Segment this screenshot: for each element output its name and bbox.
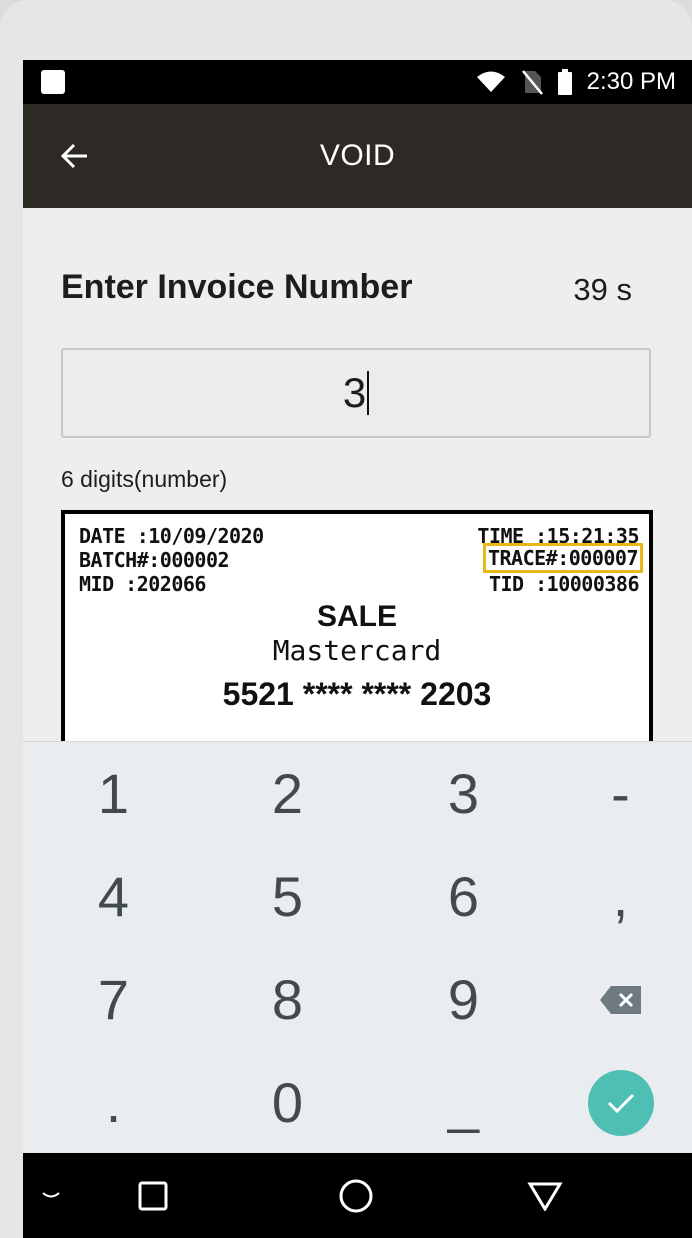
- receipt-card-brand: Mastercard: [272, 634, 442, 667]
- notification-square-icon: [41, 70, 65, 94]
- receipt-tid: TID :10000386: [488, 572, 640, 596]
- text-cursor: [367, 371, 370, 415]
- receipt-card-number: 5521 **** **** 2203: [222, 676, 492, 712]
- key-1[interactable]: 1: [30, 742, 197, 845]
- invoice-number-input[interactable]: 3: [61, 348, 651, 438]
- enter-circle: [587, 1069, 654, 1136]
- hide-keyboard-button[interactable]: [31, 1153, 71, 1238]
- receipt-trace: TRACE#:000007: [482, 543, 643, 573]
- receipt-date: DATE :10/09/2020: [79, 524, 264, 548]
- device-frame: 2:30 PM VOID Enter Invoice Number 39 s 3…: [0, 0, 692, 1238]
- key-5[interactable]: 5: [204, 845, 371, 948]
- backspace-icon: [599, 985, 641, 1014]
- input-hint: 6 digits(number): [61, 466, 228, 492]
- key-7[interactable]: 7: [30, 948, 197, 1051]
- key-backspace[interactable]: [537, 948, 692, 1051]
- key-6[interactable]: 6: [380, 845, 547, 948]
- status-icons: 2:30 PM: [475, 60, 676, 104]
- home-button[interactable]: [326, 1153, 386, 1238]
- wifi-icon: [476, 71, 505, 92]
- receipt-type: SALE: [316, 600, 397, 633]
- receipt-image: DATE :10/09/2020 TIME :15:21:35 BATCH#:0…: [61, 510, 653, 778]
- key-3[interactable]: 3: [380, 742, 547, 845]
- battery-icon: [557, 69, 572, 95]
- back-button[interactable]: [515, 1153, 575, 1238]
- arrow-left-icon[interactable]: [59, 140, 91, 172]
- key-comma[interactable]: ,: [537, 845, 692, 948]
- home-circle-icon: [339, 1179, 373, 1212]
- form-heading: Enter Invoice Number: [61, 268, 413, 306]
- check-icon: [607, 1093, 634, 1113]
- recents-square-icon: [138, 1181, 168, 1210]
- chevron-down-icon: [42, 1191, 60, 1197]
- back-triangle-icon: [527, 1182, 563, 1211]
- numeric-keyboard: 1 2 3 - 4 5 6 , 7 8 9 . 0 _: [23, 741, 692, 1154]
- receipt-mid: MID :202066: [79, 572, 206, 596]
- clock: 2:30 PM: [586, 68, 676, 95]
- system-nav-bar: [23, 1153, 692, 1238]
- app-toolbar: VOID: [23, 104, 692, 208]
- key-underscore[interactable]: _: [380, 1051, 547, 1154]
- countdown-timer: 39 s: [573, 272, 632, 307]
- key-8[interactable]: 8: [204, 948, 371, 1051]
- enter-button[interactable]: [537, 1051, 692, 1154]
- page-title: VOID: [319, 139, 396, 172]
- screen: 2:30 PM VOID Enter Invoice Number 39 s 3…: [23, 60, 692, 1238]
- recents-button[interactable]: [123, 1153, 183, 1238]
- key-period[interactable]: .: [30, 1051, 197, 1154]
- key-2[interactable]: 2: [204, 742, 371, 845]
- key-minus[interactable]: -: [537, 742, 692, 845]
- key-0[interactable]: 0: [204, 1051, 371, 1154]
- no-sim-icon: [521, 70, 543, 95]
- receipt-trace-highlight: TRACE#:000007: [482, 543, 643, 573]
- input-value: 3: [342, 369, 367, 416]
- key-9[interactable]: 9: [380, 948, 547, 1051]
- status-bar: 2:30 PM: [23, 60, 692, 104]
- receipt-batch: BATCH#:000002: [79, 548, 230, 572]
- key-4[interactable]: 4: [30, 845, 197, 948]
